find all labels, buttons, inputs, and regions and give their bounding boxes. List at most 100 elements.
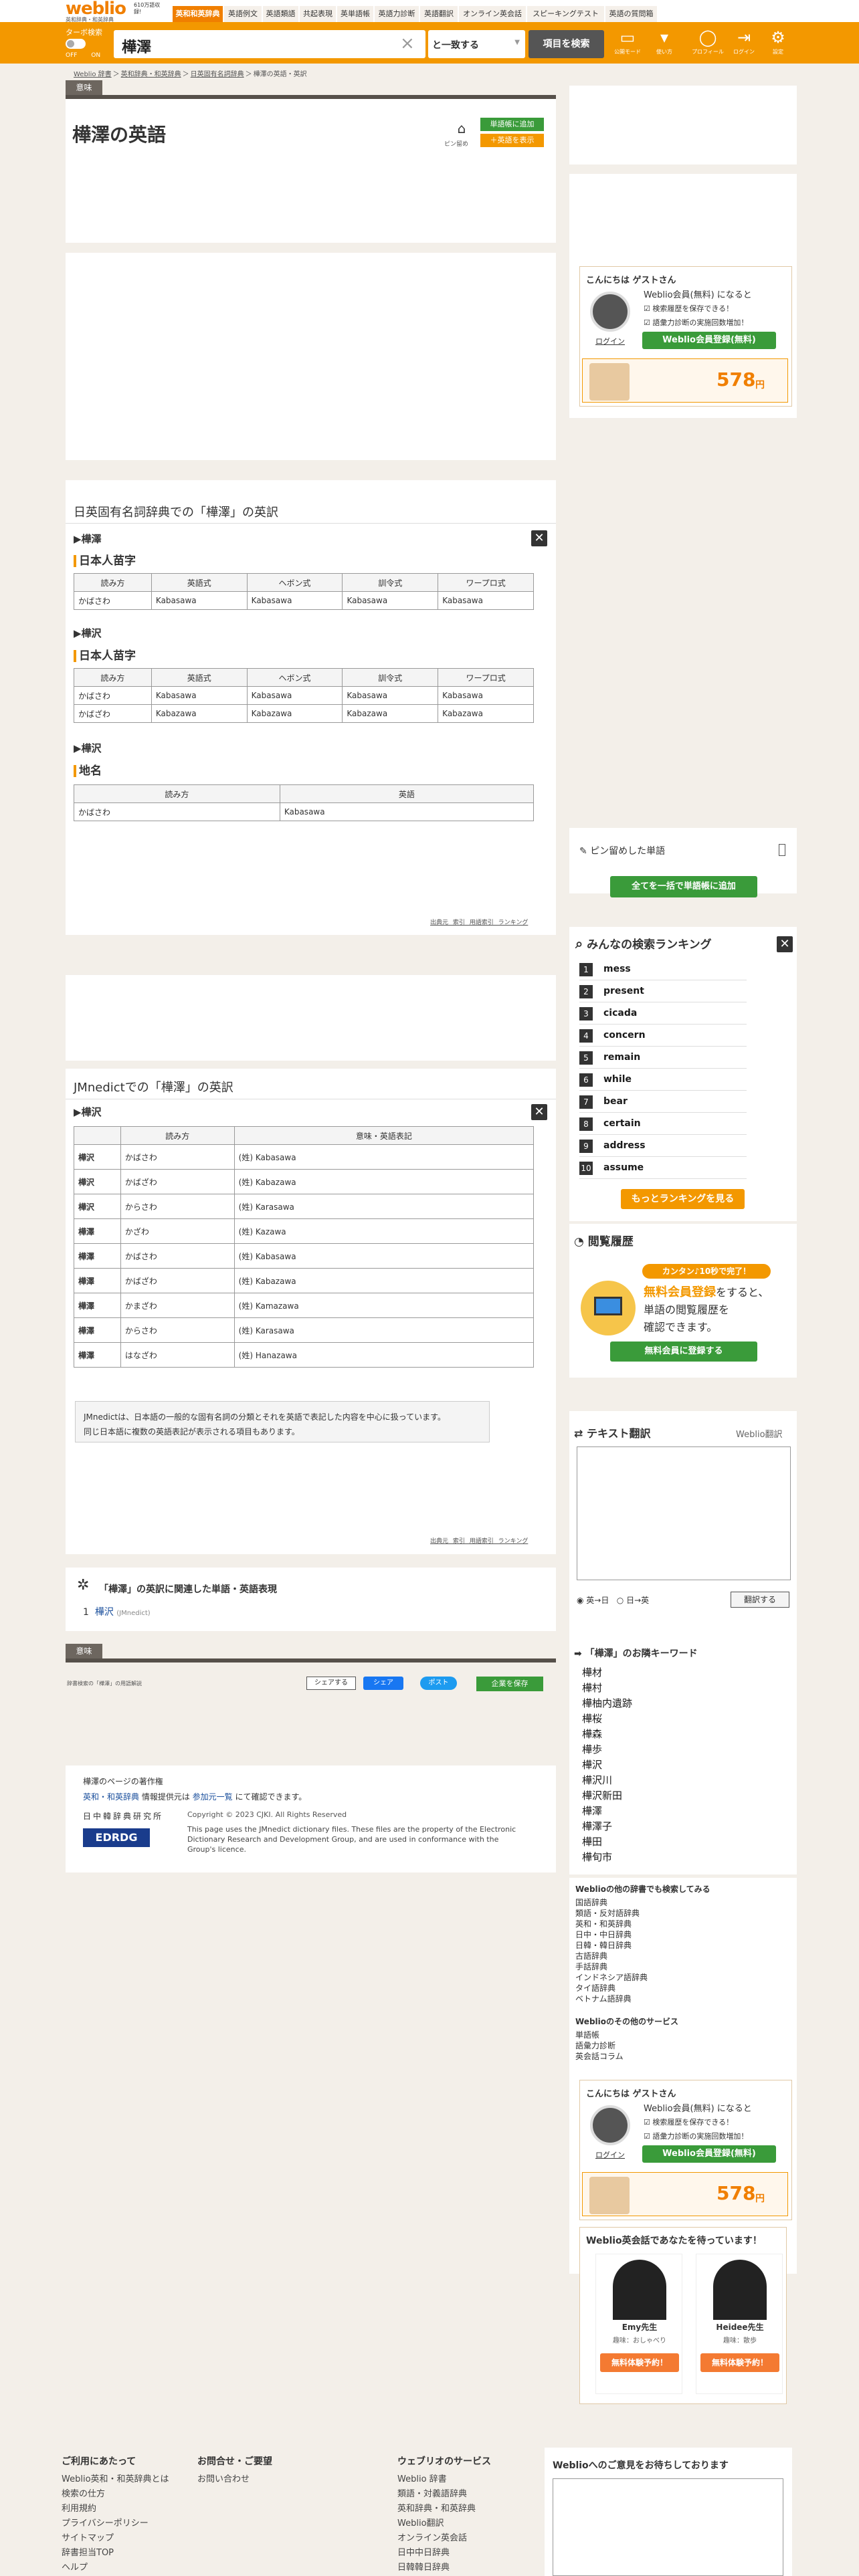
add-all-to-wordbook-button[interactable]: 全てを一括で単語帳に追加 xyxy=(610,876,757,897)
related-item[interactable]: 1 樺沢 (JMnedict) xyxy=(83,1605,151,1618)
ranking-word[interactable]: bear xyxy=(603,1096,628,1107)
footer-link[interactable]: Weblio 辞書 xyxy=(397,2472,447,2484)
ranking-word[interactable]: address xyxy=(603,1140,646,1151)
service-link[interactable]: 英会話コラム xyxy=(575,2050,624,2062)
dictionary-link[interactable]: インドネシア語辞典 xyxy=(575,1971,648,1983)
footer-link[interactable]: Weblio英和・和英辞典とは xyxy=(62,2472,169,2484)
footer-link[interactable]: 辞書担当TOP xyxy=(62,2545,114,2558)
keyword-link[interactable]: 樺歩 xyxy=(582,1742,602,1756)
dictionary-link[interactable]: 日中・中日辞典 xyxy=(575,1929,632,1940)
cjki-logo[interactable]: 日中韓辞典研究所 xyxy=(83,1810,163,1822)
dictionary-link[interactable]: ベトナム語辞典 xyxy=(575,1993,632,2004)
close-icon[interactable]: ✕ xyxy=(531,1104,547,1120)
footer-link[interactable]: お問い合わせ xyxy=(197,2472,250,2484)
ranking-item[interactable]: 4 concern xyxy=(579,1025,747,1047)
premium-ad[interactable]: 578 円 xyxy=(582,2172,788,2216)
nav-tab[interactable]: 英語の質問箱 xyxy=(605,6,658,22)
keyword-link[interactable]: 樺沢川 xyxy=(582,1773,612,1787)
tab-meaning[interactable]: 意味 xyxy=(66,80,102,95)
weblio-logo[interactable]: weblio 英和辞典・和英辞典 xyxy=(66,0,126,23)
top-icon-button[interactable]: ⇥ ログイン xyxy=(727,27,761,56)
search-button[interactable]: 項目を検索 xyxy=(529,30,604,58)
ranking-word[interactable]: present xyxy=(603,986,644,996)
nav-tab[interactable]: 英語類語 xyxy=(263,6,299,22)
add-to-wordbook-button[interactable]: 単語帳に追加 xyxy=(480,118,544,131)
breadcrumb-item[interactable]: Weblio 辞書 xyxy=(74,71,112,78)
nav-tab[interactable]: 英語翻訳 xyxy=(420,6,458,22)
nav-tab[interactable]: 英和和英辞典 xyxy=(173,6,223,22)
keyword-link[interactable]: 樺沢 xyxy=(582,1757,602,1772)
search-input[interactable]: 樺澤 xyxy=(114,30,425,58)
ranking-item[interactable]: 3 cicada xyxy=(579,1003,747,1025)
footer-link[interactable]: サイトマップ xyxy=(62,2531,114,2543)
footer-link[interactable]: 検索の仕方 xyxy=(62,2486,105,2499)
keyword-link[interactable]: 樺柚内遺跡 xyxy=(582,1696,632,1710)
source-links[interactable]: 出典元 索引 用語索引 ランキング xyxy=(430,1536,528,1545)
register-button[interactable]: Weblio会員登録(無料) xyxy=(642,332,776,349)
nav-tab[interactable]: 英単語帳 xyxy=(337,6,374,22)
breadcrumb-item[interactable]: 日英固有名詞辞典 xyxy=(191,71,244,78)
ranking-word[interactable]: remain xyxy=(603,1052,640,1063)
footer-link[interactable]: 英和辞典・和英辞典 xyxy=(397,2501,476,2514)
close-icon[interactable]: ✕ xyxy=(531,530,547,546)
dictionary-link[interactable]: 手話辞典 xyxy=(575,1961,607,1972)
login-link[interactable]: ログイン xyxy=(595,336,625,346)
teacher-card-2[interactable]: Heidee先生 趣味：散歩 無料体験予約！ xyxy=(696,2254,783,2394)
footer-link[interactable]: オンライン英会話 xyxy=(397,2531,467,2543)
ranking-word[interactable]: concern xyxy=(603,1030,646,1041)
keyword-link[interactable]: 樺森 xyxy=(582,1727,602,1741)
translate-button[interactable]: 翻訳する xyxy=(731,1592,789,1608)
dictionary-link[interactable]: タイ語辞典 xyxy=(575,1982,615,1994)
save-button[interactable]: 企業を保存 xyxy=(476,1677,543,1691)
top-icon-button[interactable]: ▾ 使い方 xyxy=(648,27,681,56)
pin-icon[interactable]: ⌂ xyxy=(452,120,472,136)
register-free-button[interactable]: 無料会員に登録する xyxy=(610,1341,757,1362)
keyword-link[interactable]: 樺旬市 xyxy=(582,1850,612,1864)
top-icon-button[interactable]: ⚙ 設定 xyxy=(761,27,795,56)
facebook-share-button[interactable]: シェア xyxy=(363,1677,403,1690)
ranking-word[interactable]: cicada xyxy=(603,1008,637,1018)
nav-tab[interactable]: オンライン英会話 xyxy=(459,6,527,22)
more-ranking-button[interactable]: もっとランキングを見る xyxy=(621,1189,745,1209)
ranking-item[interactable]: 10 assume xyxy=(579,1158,747,1179)
nav-tab[interactable]: 英語例文 xyxy=(224,6,262,22)
ranking-item[interactable]: 8 certain xyxy=(579,1113,747,1135)
related-item-link[interactable]: 樺沢 xyxy=(95,1607,114,1618)
search-mode-select[interactable]: と一致する xyxy=(428,30,525,58)
footer-link[interactable]: 利用規約 xyxy=(62,2501,96,2514)
nav-tab[interactable]: 英語力診断 xyxy=(375,6,419,22)
footer-link[interactable]: 日韓韓日辞典 xyxy=(397,2560,450,2573)
keyword-link[interactable]: 樺澤 xyxy=(582,1804,602,1818)
ranking-word[interactable]: while xyxy=(603,1074,632,1085)
service-link[interactable]: 単語帳 xyxy=(575,2029,599,2040)
option-en-ja[interactable]: 英→日 xyxy=(586,1596,609,1605)
ranking-item[interactable]: 9 address xyxy=(579,1136,747,1157)
nav-tab[interactable]: 共起表現 xyxy=(300,6,337,22)
footer-link[interactable]: 日中中日辞典 xyxy=(397,2545,450,2558)
ranking-item[interactable]: 5 remain xyxy=(579,1047,747,1069)
ranking-word[interactable]: mess xyxy=(603,964,631,974)
source-links[interactable]: 出典元 索引 用語索引 ランキング xyxy=(430,918,528,926)
teacher-card-1[interactable]: Emy先生 趣味：おしゃべり 無料体験予約！ xyxy=(595,2254,682,2394)
nav-tab[interactable]: スピーキングテスト xyxy=(527,6,605,22)
option-ja-en[interactable]: 日→英 xyxy=(626,1596,649,1605)
dictionary-link[interactable]: 日韓・韓日辞典 xyxy=(575,1939,632,1951)
provider-list-link[interactable]: 参加元一覧 xyxy=(193,1792,233,1802)
ranking-item[interactable]: 1 mess xyxy=(579,959,747,980)
trial-booking-button[interactable]: 無料体験予約！ xyxy=(600,2353,679,2372)
breadcrumb-item[interactable]: 英和辞典・和英辞典 xyxy=(121,71,181,78)
register-button[interactable]: Weblio会員登録(無料) xyxy=(642,2145,776,2163)
twitter-share-button[interactable]: ポスト xyxy=(420,1677,457,1690)
ranking-word[interactable]: certain xyxy=(603,1118,641,1129)
keyword-link[interactable]: 樺田 xyxy=(582,1834,602,1848)
footer-link[interactable]: プライバシーポリシー xyxy=(62,2516,149,2529)
dictionary-link[interactable]: 英和・和英辞典 xyxy=(83,1792,139,1802)
edrdg-logo[interactable]: EDRDG xyxy=(83,1828,150,1847)
ranking-item[interactable]: 2 present xyxy=(579,981,747,1002)
close-icon[interactable]: ✕ xyxy=(777,936,793,952)
footer-link[interactable]: ヘルプ xyxy=(62,2560,88,2573)
keyword-link[interactable]: 樺材 xyxy=(582,1665,602,1679)
turbo-search-toggle[interactable] xyxy=(66,39,86,49)
dictionary-link[interactable]: 国語辞典 xyxy=(575,1897,607,1908)
keyword-link[interactable]: 樺澤子 xyxy=(582,1819,612,1833)
